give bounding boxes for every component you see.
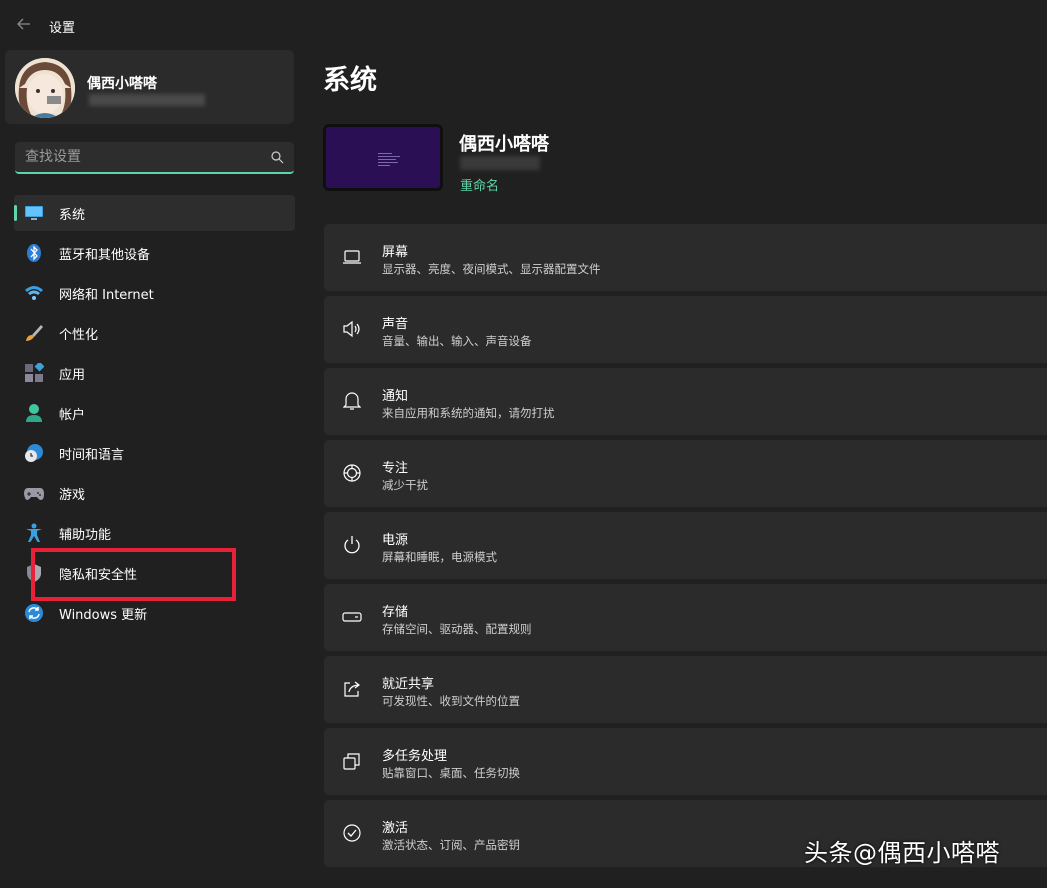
setting-title: 声音 — [382, 317, 409, 332]
profile-email-redacted — [89, 94, 205, 106]
setting-title: 屏幕 — [382, 245, 409, 260]
multitask-icon — [341, 750, 363, 772]
setting-row-nearby-sharing[interactable]: 就近共享 可发现性、收到文件的位置 — [324, 656, 1047, 723]
setting-row-notifications[interactable]: 通知 来自应用和系统的通知，请勿打扰 — [324, 368, 1047, 435]
setting-row-power[interactable]: 电源 屏幕和睡眠，电源模式 — [324, 512, 1047, 579]
profile-name: 偶西小嗒嗒 — [87, 76, 157, 92]
sidebar-item-label: 辅助功能 — [59, 527, 112, 543]
power-icon — [341, 534, 363, 556]
setting-row-focus[interactable]: 专注 减少干扰 — [324, 440, 1047, 507]
sidebar-item-bluetooth[interactable]: 蓝牙和其他设备 — [14, 235, 295, 271]
window-title: 设置 — [49, 21, 76, 36]
setting-row-sound[interactable]: 声音 音量、输出、输入、声音设备 — [324, 296, 1047, 363]
watermark: 头条@偶西小嗒嗒 — [804, 839, 1000, 867]
setting-desc: 可发现性、收到文件的位置 — [382, 694, 520, 708]
sidebar-item-system[interactable]: 系统 — [14, 195, 295, 231]
brush-icon — [24, 323, 44, 343]
title-bar: 设置 — [0, 0, 1047, 48]
setting-title: 激活 — [382, 821, 409, 836]
setting-desc: 贴靠窗口、桌面、任务切换 — [382, 766, 520, 780]
device-name: 偶西小嗒嗒 — [459, 134, 549, 155]
setting-title: 专注 — [382, 461, 409, 476]
setting-title: 存储 — [382, 605, 409, 620]
setting-desc: 来自应用和系统的通知，请勿打扰 — [382, 406, 555, 420]
wifi-icon — [24, 283, 44, 303]
setting-desc: 音量、输出、输入、声音设备 — [382, 334, 532, 348]
gamepad-icon — [24, 483, 44, 503]
sidebar-item-apps[interactable]: 应用 — [14, 355, 295, 391]
search-input[interactable] — [25, 142, 255, 172]
sidebar-item-accounts[interactable]: 帐户 — [14, 395, 295, 431]
sidebar-item-label: 蓝牙和其他设备 — [59, 247, 151, 263]
apps-icon — [24, 363, 44, 383]
setting-desc: 激活状态、订阅、产品密钥 — [382, 838, 520, 852]
sidebar-item-label: 个性化 — [59, 327, 99, 343]
monitor-icon — [24, 203, 44, 223]
setting-title: 多任务处理 — [382, 749, 448, 764]
share-icon — [341, 678, 363, 700]
sidebar-item-accessibility[interactable]: 辅助功能 — [14, 515, 295, 551]
storage-icon — [341, 606, 363, 628]
update-icon — [24, 603, 44, 623]
privacy-highlight-annotation — [31, 548, 236, 601]
back-button[interactable] — [12, 12, 36, 36]
accessibility-icon — [24, 523, 44, 543]
setting-desc: 减少干扰 — [382, 478, 428, 492]
device-model-redacted — [460, 156, 540, 170]
sidebar-item-label: 网络和 Internet — [59, 287, 154, 303]
setting-desc: 屏幕和睡眠，电源模式 — [382, 550, 497, 564]
sidebar-item-network[interactable]: 网络和 Internet — [14, 275, 295, 311]
person-icon — [24, 403, 44, 423]
speaker-icon — [341, 318, 363, 340]
bluetooth-icon — [24, 243, 44, 263]
sidebar-item-label: 帐户 — [59, 407, 86, 423]
setting-title: 电源 — [382, 533, 409, 548]
rename-link[interactable]: 重命名 — [460, 175, 499, 194]
avatar[interactable] — [15, 58, 75, 118]
device-preview — [323, 124, 443, 191]
sidebar-item-label: 游戏 — [59, 487, 86, 503]
setting-row-storage[interactable]: 存储 存储空间、驱动器、配置规则 — [324, 584, 1047, 651]
sidebar-item-time-language[interactable]: 时间和语言 — [14, 435, 295, 471]
settings-list: 屏幕 显示器、亮度、夜间模式、显示器配置文件 声音 音量、输出、输入、声音设备 … — [324, 224, 1047, 872]
setting-desc: 显示器、亮度、夜间模式、显示器配置文件 — [382, 262, 601, 276]
search-box[interactable] — [15, 142, 294, 174]
sidebar-item-personalization[interactable]: 个性化 — [14, 315, 295, 351]
globe-clock-icon — [24, 443, 44, 463]
page-title: 系统 — [323, 65, 377, 96]
profile-card[interactable]: 偶西小嗒嗒 — [5, 50, 294, 124]
bell-icon — [341, 390, 363, 412]
search-icon[interactable] — [270, 150, 284, 164]
setting-title: 就近共享 — [382, 677, 435, 692]
sidebar-item-label: Windows 更新 — [59, 607, 148, 623]
sidebar-item-label: 应用 — [59, 367, 86, 383]
back-arrow-icon — [17, 18, 30, 30]
laptop-icon — [341, 246, 363, 268]
sidebar-item-label: 系统 — [59, 207, 86, 223]
sidebar-item-label: 时间和语言 — [59, 447, 125, 463]
check-circle-icon — [341, 822, 363, 844]
settings-window: 设置 偶西小嗒嗒 系统 — [0, 0, 1047, 888]
sidebar-item-gaming[interactable]: 游戏 — [14, 475, 295, 511]
setting-row-display[interactable]: 屏幕 显示器、亮度、夜间模式、显示器配置文件 — [324, 224, 1047, 291]
focus-icon — [341, 462, 363, 484]
setting-title: 通知 — [382, 389, 409, 404]
setting-desc: 存储空间、驱动器、配置规则 — [382, 622, 532, 636]
setting-row-multitasking[interactable]: 多任务处理 贴靠窗口、桌面、任务切换 — [324, 728, 1047, 795]
